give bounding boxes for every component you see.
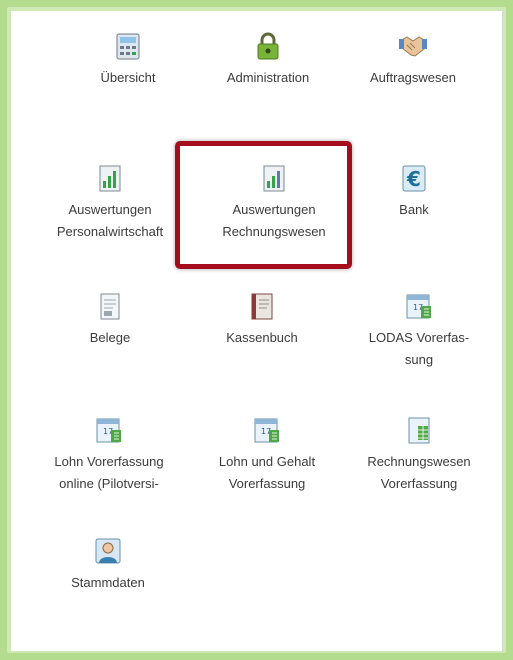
ledger-icon xyxy=(408,417,430,444)
tile-label: Auswertungen Rechnungswesen xyxy=(222,202,326,239)
tile-auswertungen-personalwirtschaft[interactable]: Auswertungen Personalwirtschaft xyxy=(30,163,190,243)
tile-stammdaten[interactable]: Stammdaten xyxy=(33,536,183,594)
calculator-icon xyxy=(116,33,140,60)
tile-auftragswesen[interactable]: Auftragswesen xyxy=(338,31,488,89)
euro-icon: € xyxy=(402,165,426,192)
tile-label: Auftragswesen xyxy=(370,70,456,85)
handshake-icon xyxy=(399,36,427,57)
tile-bank[interactable]: € Bank xyxy=(354,163,474,221)
tile-label: LODAS Vorerfas- sung xyxy=(368,330,470,367)
tile-rechnungswesen-vorerfassung[interactable]: Rechnungswesen Vorerfassung xyxy=(352,415,486,495)
report-chart-icon xyxy=(263,165,285,192)
svg-text:€: € xyxy=(406,167,421,191)
tile-label: Rechnungswesen Vorerfassung xyxy=(367,454,471,491)
calendar-entry-icon: 17 xyxy=(96,418,121,443)
document-icon xyxy=(100,293,120,320)
tile-label: Lohn Vorerfassung online (Pilotversi- xyxy=(54,454,164,491)
tile-lodas-vorerfassung[interactable]: 17 LODAS Vorerfas- sung xyxy=(351,291,487,371)
tile-kassenbuch[interactable]: Kassenbuch xyxy=(187,291,337,349)
book-icon xyxy=(251,293,273,320)
tile-label: Belege xyxy=(89,330,131,345)
tile-label: Kassenbuch xyxy=(226,330,298,345)
person-icon xyxy=(95,538,121,564)
tile-label: Übersicht xyxy=(100,70,156,85)
tile-lohn-vorerfassung-online[interactable]: 17 Lohn Vorerfassung online (Pilotversi- xyxy=(29,415,189,495)
tile-belege[interactable]: Belege xyxy=(35,291,185,349)
calendar-entry-icon: 17 xyxy=(254,418,279,443)
tile-label: Stammdaten xyxy=(71,575,145,590)
tile-uebersicht[interactable]: Übersicht xyxy=(53,31,203,89)
tile-label: Auswertungen Personalwirtschaft xyxy=(56,202,164,239)
tile-auswertungen-rechnungswesen[interactable]: Auswertungen Rechnungswesen xyxy=(199,163,349,243)
tile-lohn-und-gehalt-vorerfassung[interactable]: 17 Lohn und Gehalt Vorerfassung xyxy=(192,415,342,495)
app-tile-panel: Übersicht Administration Auftragswesen A… xyxy=(11,11,503,651)
tile-label: Lohn und Gehalt Vorerfassung xyxy=(218,454,316,491)
lock-icon xyxy=(257,32,279,60)
calendar-entry-icon: 17 xyxy=(406,294,431,319)
tile-label: Bank xyxy=(399,202,429,217)
tile-label: Administration xyxy=(226,70,310,85)
report-chart-icon xyxy=(99,165,121,192)
tile-administration[interactable]: Administration xyxy=(193,31,343,89)
